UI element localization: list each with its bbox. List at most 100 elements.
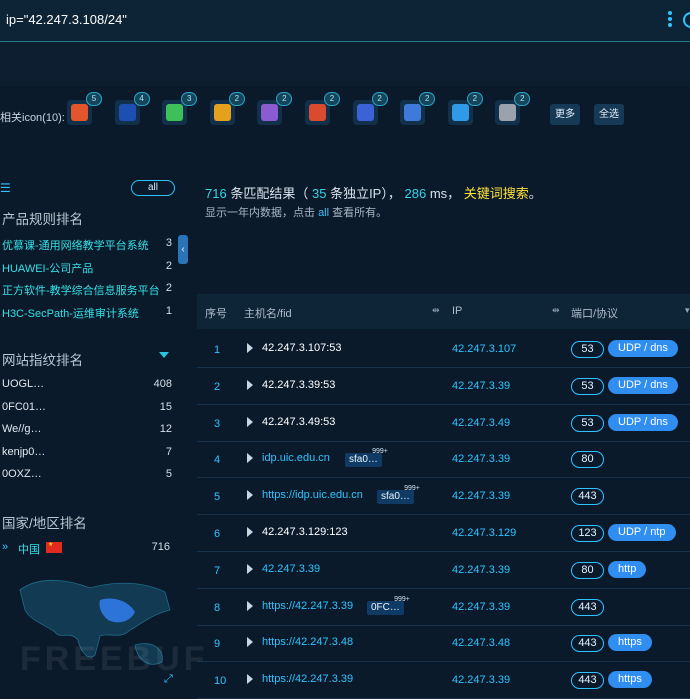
cube-icon[interactable]: 2 <box>209 92 245 125</box>
product-rule-item[interactable]: 优慕课-通用网络教学平台系统 3 <box>2 234 172 254</box>
header-host[interactable]: 主机名/fid <box>244 305 292 321</box>
expand-caret-icon[interactable] <box>247 453 253 464</box>
ip-link[interactable]: 42.247.3.39 <box>452 453 510 465</box>
protocol-badge[interactable]: http <box>608 560 647 578</box>
expand-caret-icon[interactable] <box>247 563 253 574</box>
table-row[interactable]: 3 42.247.3.49:53 42.247.3.49 53 UDP / dns <box>197 405 690 442</box>
fingerprint-item[interactable]: 0OXZ… 5 <box>2 465 172 485</box>
count-badge: 5 <box>86 92 102 106</box>
table-row[interactable]: 1 42.247.3.107:53 42.247.3.107 53 UDP / dns <box>197 331 690 368</box>
host-link[interactable]: https://idp.uic.edu.cn <box>262 489 363 501</box>
host-link[interactable]: idp.uic.edu.cn <box>262 452 330 464</box>
port-badge[interactable]: 53 <box>571 414 604 432</box>
protocol-badge[interactable]: UDP / ntp <box>608 524 676 541</box>
blue-circle-icon[interactable]: 4 <box>114 92 150 125</box>
host-link[interactable]: 42.247.3.39 <box>262 563 320 575</box>
host-link[interactable]: 42.247.3.39:53 <box>262 379 335 391</box>
more-button[interactable]: 更多 <box>550 104 580 125</box>
expand-caret-icon[interactable] <box>247 674 253 685</box>
ip-link[interactable]: 42.247.3.39 <box>452 380 510 392</box>
fid-tag[interactable]: 0FC… 999+ <box>367 596 410 615</box>
show-all-link[interactable]: all <box>318 207 329 219</box>
host-link[interactable]: https://42.247.3.39 <box>262 600 353 612</box>
port-badge[interactable]: 443 <box>571 488 604 506</box>
shield-icon[interactable]: 2 <box>352 92 388 125</box>
more-vertical-icon[interactable] <box>666 11 674 29</box>
table-row[interactable]: 8 https://42.247.3.39 0FC… 999+ 42.247.3.39 4… <box>197 589 690 626</box>
product-rule-item[interactable]: HUAWEI-公司产品 2 <box>2 257 172 277</box>
protocol-badge[interactable]: UDP / dns <box>608 376 678 394</box>
port-badge[interactable]: 53 <box>571 377 604 395</box>
university-seal-icon[interactable]: 2 <box>400 92 436 125</box>
chevron-down-icon[interactable]: ▾ <box>685 305 690 316</box>
fid-tag[interactable]: sfa0… 999+ <box>377 485 420 505</box>
search-input[interactable]: ip="42.247.3.108/24" <box>6 12 127 27</box>
expand-caret-icon[interactable] <box>247 416 253 427</box>
table-row[interactable]: 7 42.247.3.39 42.247.3.39 80 http <box>197 552 690 589</box>
expand-caret-icon[interactable] <box>247 490 253 501</box>
funnel-icon[interactable] <box>159 352 169 358</box>
orange-logo-icon[interactable]: 5 <box>67 92 102 125</box>
port-badge[interactable]: 80 <box>571 561 604 579</box>
ip-link[interactable]: 42.247.3.39 <box>452 490 510 502</box>
country-row[interactable]: » 中国 716 <box>0 539 175 557</box>
check-arrow-icon-glyph <box>451 104 469 121</box>
ip-link[interactable]: 42.247.3.49 <box>452 417 510 429</box>
port-badge[interactable]: 80 <box>571 451 604 469</box>
header-port[interactable]: 端口/协议 <box>571 305 618 321</box>
protocol-badge[interactable]: https <box>608 671 652 689</box>
host-link[interactable]: https://42.247.3.39 <box>262 673 353 685</box>
ip-link[interactable]: 42.247.3.107 <box>452 343 516 355</box>
gray-badge-icon[interactable]: 2 <box>495 92 531 125</box>
port-badge[interactable]: 443 <box>571 672 604 690</box>
fid-tag[interactable]: sfa0… 999+ <box>345 448 388 468</box>
fingerprint-item[interactable]: kenjp0… 7 <box>2 443 172 463</box>
protocol-badge[interactable]: https <box>608 634 652 652</box>
expand-caret-icon[interactable] <box>247 379 253 390</box>
house-icon[interactable]: 2 <box>305 92 340 125</box>
ip-link[interactable]: 42.247.3.39 <box>452 601 510 613</box>
count-badge: 2 <box>324 92 340 106</box>
table-row[interactable]: 9 https://42.247.3.48 42.247.3.48 443 https <box>197 625 690 663</box>
product-rule-item[interactable]: H3C-SecPath-运维审计系统 1 <box>2 302 172 322</box>
table-row[interactable]: 4 idp.uic.edu.cn sfa0… 999+ 42.247.3.39 80 <box>197 441 690 479</box>
table-row[interactable]: 5 https://idp.uic.edu.cn sfa0… 999+ 42.247.3… <box>197 478 690 516</box>
column-resize-icon[interactable]: ⇹ <box>552 305 560 316</box>
port-badge[interactable]: 123 <box>571 525 604 542</box>
ip-link[interactable]: 42.247.3.48 <box>452 637 510 649</box>
port-badge[interactable]: 443 <box>571 635 604 653</box>
port-badge[interactable]: 53 <box>571 341 604 358</box>
select-all-button[interactable]: 全选 <box>594 104 624 125</box>
expand-caret-icon[interactable] <box>247 527 253 537</box>
purple-seal-icon[interactable]: 2 <box>257 92 293 125</box>
fingerprint-item[interactable]: 0FC01… 15 <box>2 398 172 418</box>
expand-caret-icon[interactable] <box>247 343 253 353</box>
all-toggle-button[interactable]: all <box>131 180 175 196</box>
fingerprint-item[interactable]: UOGL… 408 <box>2 375 172 395</box>
protocol-badge[interactable]: UDP / dns <box>608 340 678 357</box>
ip-link[interactable]: 42.247.3.129 <box>452 527 516 539</box>
keyword-search-link[interactable]: 关键词搜索 <box>464 186 529 201</box>
fingerprint-item[interactable]: We//g… 12 <box>2 420 172 440</box>
table-row[interactable]: 10 https://42.247.3.39 42.247.3.39 443 https <box>197 662 690 699</box>
check-arrow-icon[interactable]: 2 <box>447 92 483 125</box>
host-link[interactable]: 42.247.3.49:53 <box>262 416 335 428</box>
host-link[interactable]: https://42.247.3.48 <box>262 636 353 648</box>
table-row[interactable]: 2 42.247.3.39:53 42.247.3.39 53 UDP / dns <box>197 368 690 405</box>
host-link[interactable]: 42.247.3.107:53 <box>262 342 342 354</box>
filter-list-icon[interactable]: ☰ <box>0 181 11 195</box>
expand-caret-icon[interactable] <box>247 637 253 648</box>
expand-caret-icon[interactable] <box>247 600 253 611</box>
ip-link[interactable]: 42.247.3.39 <box>452 674 510 686</box>
green-dragon-icon[interactable]: 3 <box>162 92 198 125</box>
ip-link[interactable]: 42.247.3.39 <box>452 564 510 576</box>
port-badge[interactable]: 443 <box>571 598 604 616</box>
header-ip[interactable]: IP <box>452 305 462 317</box>
column-resize-icon[interactable]: ⇹ <box>432 305 440 316</box>
product-rule-item[interactable]: 正方软件-教学综合信息服务平台 2 <box>2 279 172 299</box>
collapse-panel-button[interactable]: ‹ <box>178 235 188 264</box>
fingerprint-name: 0OXZ… <box>2 468 42 480</box>
protocol-badge[interactable]: UDP / dns <box>608 413 678 431</box>
table-row[interactable]: 6 42.247.3.129:123 42.247.3.129 123 UDP / nt… <box>197 515 690 552</box>
host-link[interactable]: 42.247.3.129:123 <box>262 526 348 538</box>
